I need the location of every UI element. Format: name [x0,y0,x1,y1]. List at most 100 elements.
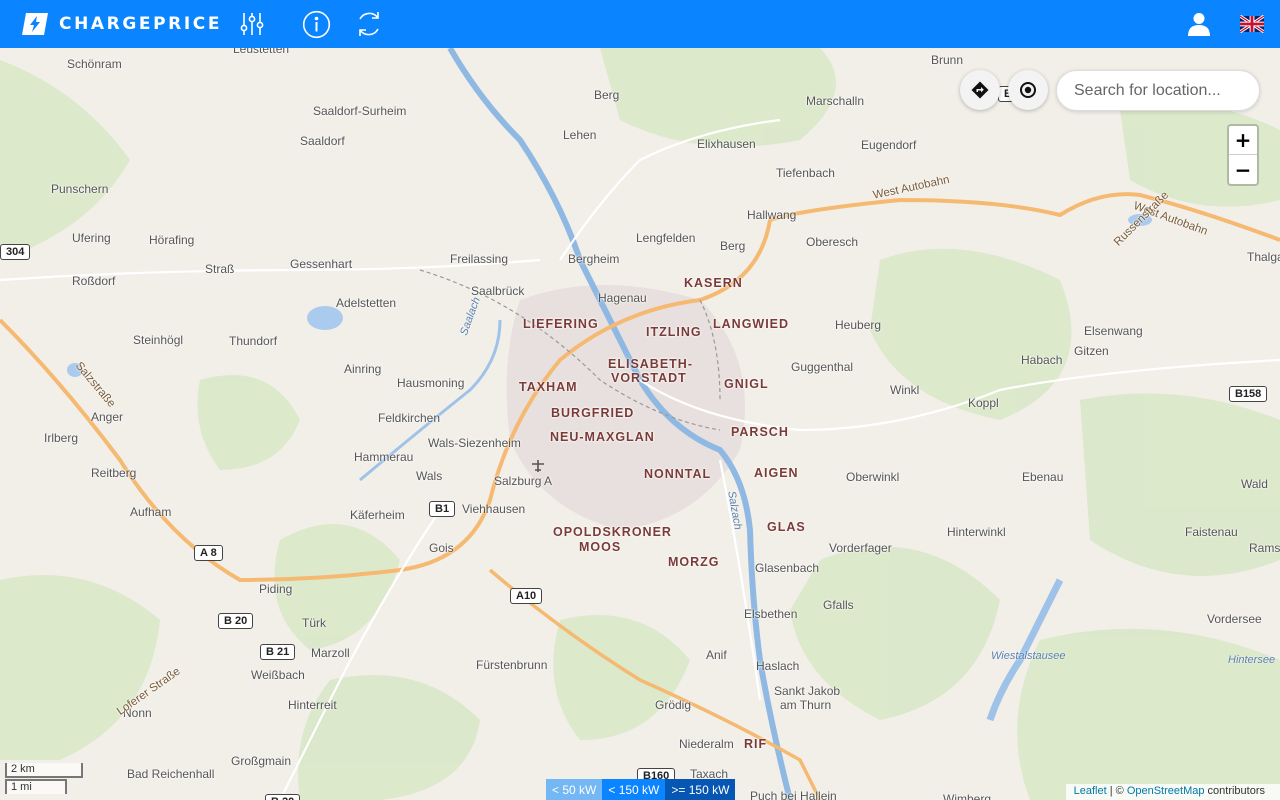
district-label-taxham: TAXHAM [519,380,578,394]
search-input[interactable] [1057,71,1259,110]
account-button[interactable] [1184,9,1214,39]
place-label-habach: Habach [1021,353,1063,367]
place-label-viehhausen: Viehhausen [462,502,526,516]
district-label-leopoldskron2: MOOS [579,540,622,554]
place-label-furstenbrunn: Fürstenbrunn [476,658,548,672]
attribution-suffix: contributors [1204,785,1265,797]
zoom-in-button[interactable]: + [1229,126,1257,155]
place-label-marschalln: Marschalln [806,94,865,108]
zoom-control: + − [1227,124,1259,186]
place-label-berg1: Berg [594,88,620,102]
place-label-thundorf: Thundorf [229,334,278,348]
scale-km: 2 km [5,763,83,778]
place-label-saalbruck: Saalbrück [471,284,525,298]
place-label-faistenau: Faistenau [1185,525,1238,539]
location-search[interactable] [1056,70,1260,111]
refresh-icon [359,12,379,36]
road-shield-sb1: B1 [429,501,456,517]
district-label-aigen: AIGEN [754,466,799,480]
place-label-brunn: Brunn [931,53,964,67]
place-label-wals-siezenheim: Wals-Siezenheim [428,436,521,450]
place-label-hinterwinkl: Hinterwinkl [947,525,1006,539]
place-label-elsenwang: Elsenwang [1084,324,1143,338]
map-canvas[interactable]: Leustetten Schönram Saaldorf-Surheim Saaldo… [0,48,1280,800]
place-label-am-thurn: am Thurn [780,698,832,712]
refresh-button[interactable] [354,9,384,39]
target-icon [1020,82,1036,98]
district-label-liefering: LIEFERING [523,317,599,331]
district-label-kasern: KASERN [684,276,743,290]
place-label-salzburg-a: Salzburg A [494,474,553,488]
district-label-elisabeth1: ELISABETH- [608,357,693,371]
brand-logo[interactable]: CHARGEPRICE [18,12,222,36]
road-shield-sb20: B 20 [218,613,254,629]
info-icon [302,10,330,38]
place-label-sankt-jakob: Sankt Jakob [774,684,841,698]
place-label-turk: Türk [302,616,326,630]
water-label-hintersee: Hintersee [1228,654,1276,666]
filter-sliders-icon [240,13,264,35]
info-button[interactable] [301,9,331,39]
district-label-neu-maxglan: NEU-MAXGLAN [550,430,655,444]
place-label-schonram: Schönram [67,57,122,71]
place-label-berg2: Berg [720,239,746,253]
scale-mi: 1 mi [5,779,67,794]
place-label-rams: Rams [1249,541,1280,555]
place-label-niederalm: Niederalm [679,737,734,751]
place-label-puch: Puch bei Hallein [750,789,837,800]
place-label-ufering: Ufering [72,231,111,245]
leaflet-link[interactable]: Leaflet [1074,785,1107,797]
place-label-bergheim: Bergheim [568,252,620,266]
place-label-horafing: Hörafing [149,233,195,247]
place-label-gois: Gois [429,541,454,555]
place-label-bad-reichenhall: Bad Reichenhall [127,767,215,781]
directions-icon [971,81,989,99]
district-label-itzling: ITZLING [646,325,702,339]
locate-me-button[interactable] [1008,70,1048,110]
place-label-lengfelden: Lengfelden [636,231,696,245]
uk-flag-icon [1240,15,1264,33]
place-label-eugendorf: Eugendorf [861,138,917,152]
place-label-vordersee: Vordersee [1207,612,1262,626]
place-label-vorderfager: Vorderfager [829,541,892,555]
top-bar: CHARGEPRICE [0,0,1280,48]
place-label-lehen: Lehen [563,128,597,142]
place-label-steinhogl: Steinhögl [133,333,184,347]
filter-button[interactable] [237,9,267,39]
directions-button[interactable] [960,70,1000,110]
legend-mid: < 150 kW [602,779,666,800]
place-label-ainring: Ainring [344,362,382,376]
place-label-thalga: Thalga [1247,250,1280,264]
place-label-oberwinkl: Oberwinkl [846,470,900,484]
lightning-logo-icon [22,13,48,35]
road-shield-sb158: B158 [1229,386,1268,402]
district-label-nonntal: NONNTAL [644,467,712,481]
place-label-anif: Anif [706,648,727,662]
road-shield-sb21: B 21 [260,644,296,660]
place-label-gitzen: Gitzen [1074,344,1109,358]
place-label-saaldorf-surheim: Saaldorf-Surheim [313,104,407,118]
district-label-elisabeth2: VORSTADT [611,371,687,385]
map-attribution: Leaflet | © OpenStreetMap contributors [1065,784,1280,800]
legend-low: < 50 kW [546,779,603,800]
place-label-adelstetten: Adelstetten [336,296,397,310]
osm-link[interactable]: OpenStreetMap [1127,785,1205,797]
place-label-glasenbach: Glasenbach [755,561,820,575]
road-shield-sb20b: B 20 [265,794,301,800]
place-label-leustetten: Leustetten [233,48,290,56]
place-label-oberesch: Oberesch [806,235,859,249]
district-label-gnigl: GNIGL [724,377,769,391]
water-label-wiestalstausee: Wiestalstausee [991,650,1066,662]
place-label-saaldorf: Saaldorf [300,134,345,148]
place-label-freilassing: Freilassing [450,252,509,266]
place-label-rossdorf: Roßdorf [72,274,116,288]
place-label-wals: Wals [416,469,443,483]
place-label-kaferheim: Käferheim [350,508,405,522]
language-button[interactable] [1237,9,1267,39]
place-label-gfalls: Gfalls [823,598,854,612]
zoom-out-button[interactable]: − [1229,155,1257,184]
place-label-guggenthal: Guggenthal [791,360,854,374]
place-label-haslach: Haslach [756,659,800,673]
place-label-wimberg: Wimberg [943,792,992,800]
road-shield-sa10: A10 [510,588,543,604]
